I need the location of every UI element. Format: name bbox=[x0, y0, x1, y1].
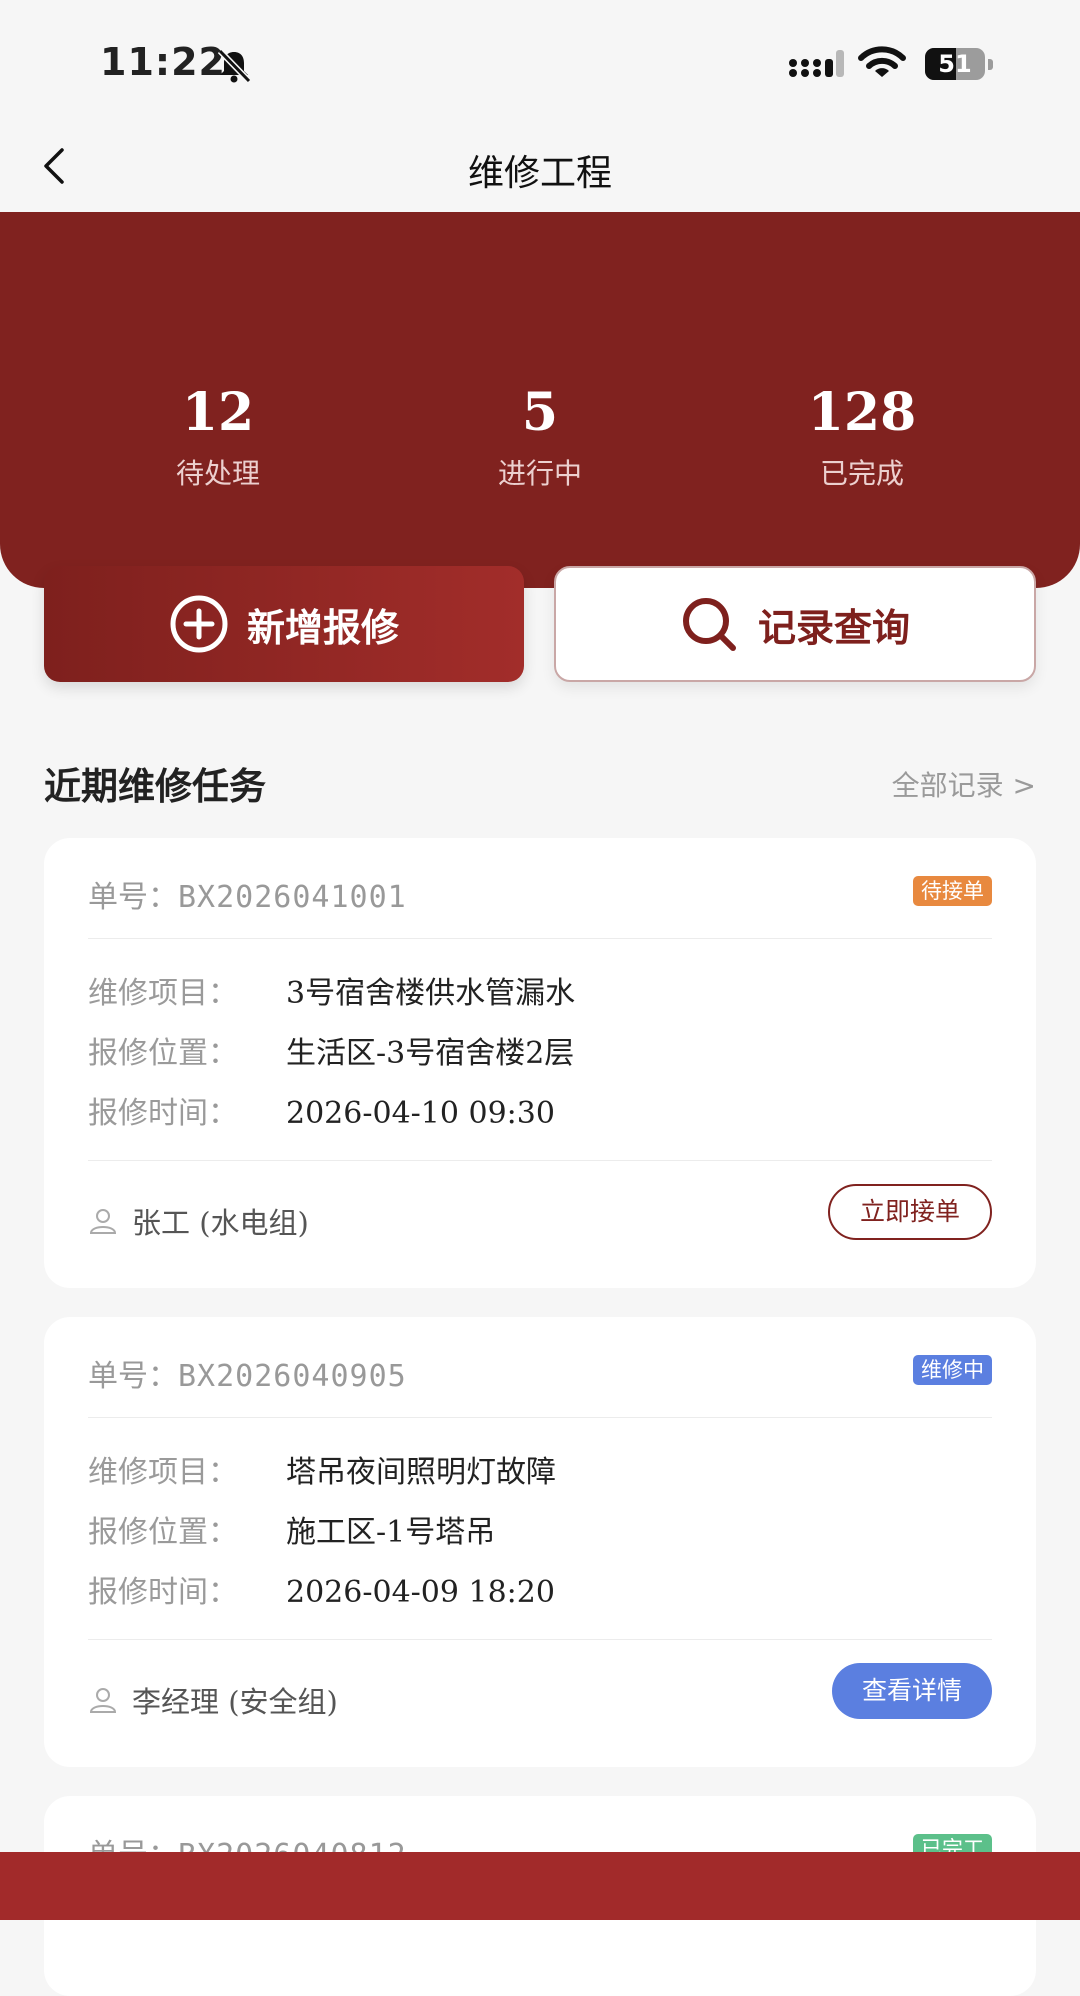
status-bar: 11:22 51 bbox=[0, 0, 1080, 130]
assignee: 李经理 (安全组) bbox=[88, 1679, 338, 1721]
query-records-label: 记录查询 bbox=[757, 605, 910, 650]
repair-item-value: 3号宿舍楼供水管漏水 bbox=[286, 976, 576, 1011]
repair-location-row: 报修位置： 施工区-1号塔吊 bbox=[88, 1507, 495, 1551]
wifi-icon bbox=[858, 46, 906, 77]
repair-location-value: 生活区-3号宿舍楼2层 bbox=[286, 1036, 575, 1071]
divider bbox=[88, 1639, 992, 1640]
status-time: 11:22 bbox=[100, 40, 226, 84]
assignee-name: 李经理 (安全组) bbox=[132, 1685, 338, 1719]
all-records-link[interactable]: 全部记录 > bbox=[892, 764, 1036, 804]
status-badge: 维修中 bbox=[913, 1355, 992, 1385]
nav-bar: 维修工程 bbox=[0, 130, 1080, 212]
repair-location-label: 报修位置： bbox=[88, 1515, 238, 1550]
order-number-label: 单号： bbox=[88, 1359, 178, 1394]
signal-icon bbox=[789, 50, 844, 77]
order-number-label: 单号： bbox=[88, 880, 178, 915]
repair-location-value: 施工区-1号塔吊 bbox=[286, 1515, 496, 1550]
assignee-name: 张工 (水电组) bbox=[132, 1206, 309, 1240]
repair-location-label: 报修位置： bbox=[88, 1036, 238, 1071]
stats-banner: 12 待处理 5 进行中 128 已完成 bbox=[0, 212, 1080, 588]
divider bbox=[88, 1160, 992, 1161]
stat-completed: 128 已完成 bbox=[742, 382, 982, 492]
card-header: 单号：BX2026040905 维修中 bbox=[88, 1351, 992, 1418]
order-number: 单号：BX2026041001 bbox=[88, 872, 407, 916]
user-icon bbox=[89, 1688, 117, 1713]
section-title: 近期维修任务 bbox=[44, 765, 266, 808]
repair-time-row: 报修时间： 2026-04-10 09:30 bbox=[88, 1088, 555, 1132]
stat-pending: 12 待处理 bbox=[98, 382, 338, 492]
repair-item-label: 维修项目： bbox=[88, 976, 238, 1011]
repair-time-value: 2026-04-10 09:30 bbox=[286, 1096, 555, 1131]
add-repair-button[interactable]: 新增报修 bbox=[44, 566, 524, 682]
repair-item-row: 维修项目： 3号宿舍楼供水管漏水 bbox=[88, 968, 575, 1012]
bell-muted-icon bbox=[217, 48, 252, 84]
battery-level: 51 bbox=[938, 50, 972, 78]
repair-time-value: 2026-04-09 18:20 bbox=[286, 1575, 555, 1610]
repair-item-row: 维修项目： 塔吊夜间照明灯故障 bbox=[88, 1447, 556, 1491]
task-card[interactable]: 单号：BX2026041001 待接单 维修项目： 3号宿舍楼供水管漏水 报修位置… bbox=[44, 838, 1036, 1288]
repair-item-value: 塔吊夜间照明灯故障 bbox=[286, 1455, 556, 1490]
add-repair-label: 新增报修 bbox=[246, 605, 399, 650]
bottom-bar bbox=[0, 1852, 1080, 1920]
repair-time-row: 报修时间： 2026-04-09 18:20 bbox=[88, 1567, 555, 1611]
order-number-value: BX2026041001 bbox=[178, 880, 407, 915]
order-number-value: BX2026040905 bbox=[178, 1359, 407, 1394]
task-card[interactable]: 单号：BX2026040905 维修中 维修项目： 塔吊夜间照明灯故障 报修位置：… bbox=[44, 1317, 1036, 1767]
repair-time-label: 报修时间： bbox=[88, 1096, 238, 1131]
plus-circle-icon bbox=[170, 595, 228, 653]
status-badge: 待接单 bbox=[913, 876, 992, 906]
search-icon bbox=[682, 598, 736, 651]
repair-location-row: 报修位置： 生活区-3号宿舍楼2层 bbox=[88, 1028, 574, 1072]
assignee: 张工 (水电组) bbox=[88, 1200, 309, 1242]
stat-in-progress-label: 进行中 bbox=[497, 457, 582, 490]
accept-order-button[interactable]: 立即接单 bbox=[827, 1184, 992, 1240]
stat-in-progress: 5 进行中 bbox=[420, 382, 660, 492]
stat-pending-value: 12 bbox=[181, 382, 255, 443]
stat-pending-label: 待处理 bbox=[175, 457, 260, 490]
battery-icon: 51 bbox=[925, 48, 997, 80]
user-icon bbox=[89, 1209, 117, 1234]
card-header: 单号：BX2026041001 待接单 bbox=[88, 872, 992, 939]
repair-item-label: 维修项目： bbox=[88, 1455, 238, 1490]
stat-completed-value: 128 bbox=[807, 382, 917, 443]
view-details-button[interactable]: 查看详情 bbox=[831, 1663, 992, 1719]
order-number: 单号：BX2026040905 bbox=[88, 1351, 407, 1395]
stat-completed-label: 已完成 bbox=[819, 457, 904, 490]
query-records-button[interactable]: 记录查询 bbox=[554, 566, 1036, 682]
repair-time-label: 报修时间： bbox=[88, 1575, 238, 1610]
stat-in-progress-value: 5 bbox=[521, 382, 559, 443]
page-title: 维修工程 bbox=[467, 153, 612, 194]
